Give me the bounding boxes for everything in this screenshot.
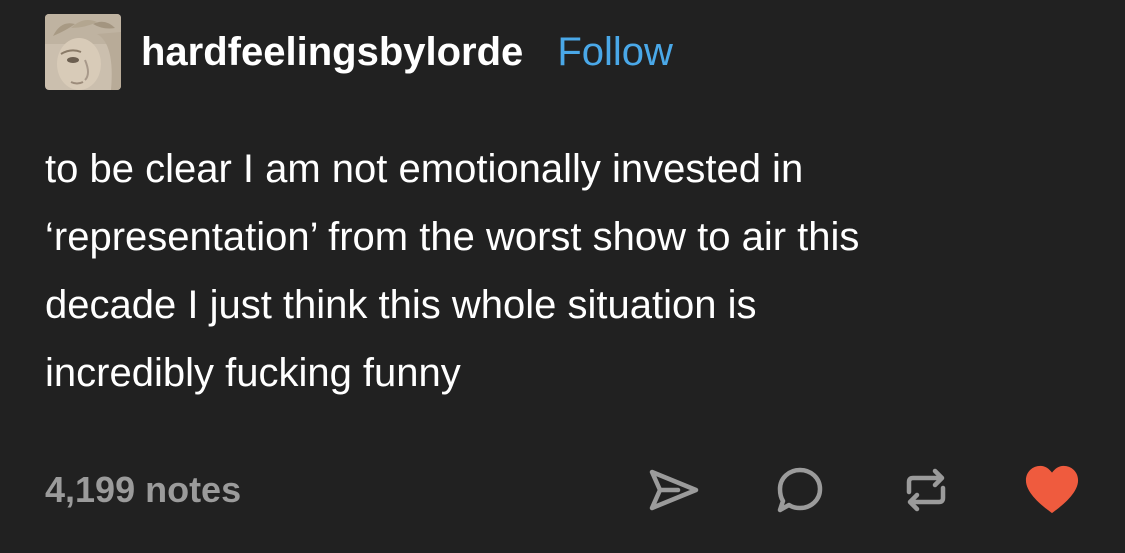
reply-icon <box>777 467 823 513</box>
tumblr-post: hardfeelingsbylorde Follow to be clear I… <box>0 0 1125 553</box>
body-line: decade I just think this whole situation… <box>45 283 757 327</box>
notes-count[interactable]: 4,199 notes <box>45 469 241 511</box>
body-line: to be clear I am not emotionally investe… <box>45 147 804 191</box>
post-body: to be clear I am not emotionally investe… <box>45 135 1085 407</box>
reblog-button[interactable] <box>898 462 954 518</box>
share-icon <box>649 469 699 511</box>
body-line: incredibly fucking funny <box>45 351 461 395</box>
heart-icon <box>1025 465 1079 514</box>
reply-button[interactable] <box>772 462 828 518</box>
share-button[interactable] <box>646 462 702 518</box>
body-line: ‘representation’ from the worst show to … <box>45 215 860 259</box>
post-header: hardfeelingsbylorde Follow <box>45 14 673 90</box>
statue-avatar-icon <box>45 14 121 90</box>
reblog-icon <box>906 468 946 512</box>
follow-button[interactable]: Follow <box>557 30 673 75</box>
like-button[interactable] <box>1024 462 1080 518</box>
avatar[interactable] <box>45 14 121 90</box>
post-footer: 4,199 notes <box>45 462 1080 518</box>
username[interactable]: hardfeelingsbylorde <box>141 30 523 75</box>
post-actions <box>646 462 1080 518</box>
